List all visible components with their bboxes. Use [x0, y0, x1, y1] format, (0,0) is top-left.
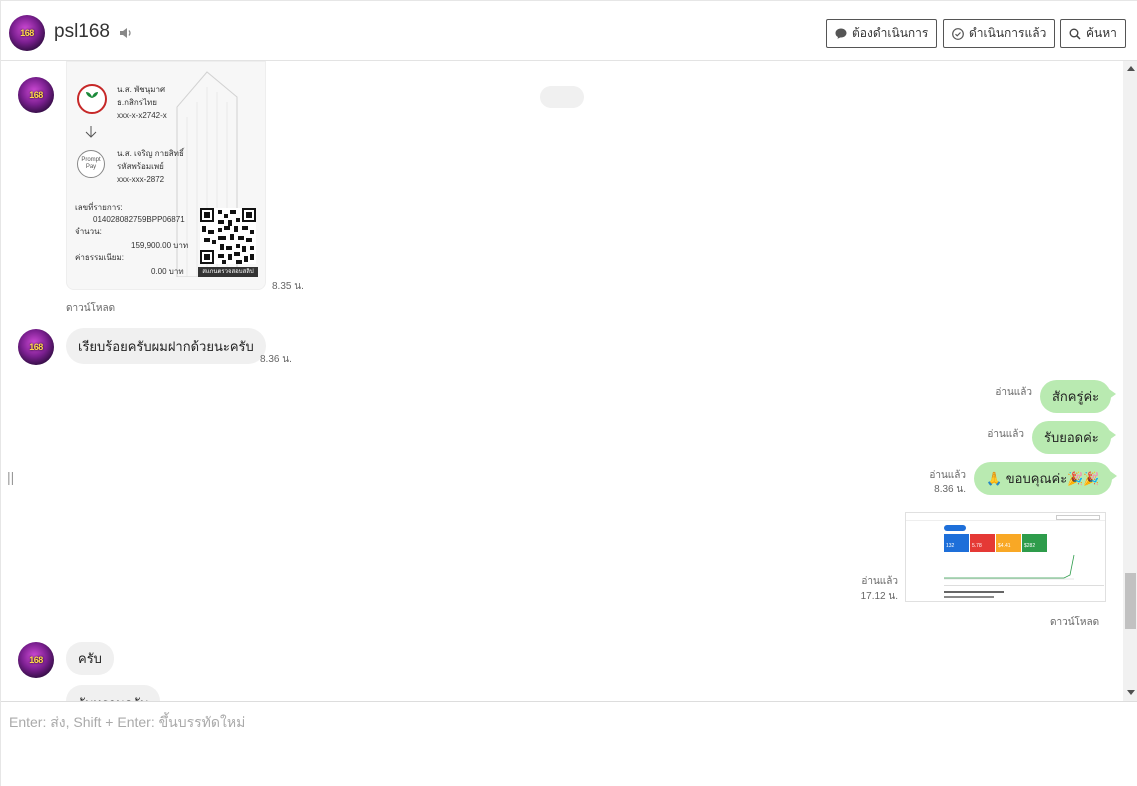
chat-window: 168 psl168 ต้องดำเนินการ ดำเนินการแล้ว ค… — [0, 0, 1137, 786]
message-input[interactable] — [1, 702, 1137, 786]
stat-card-value: $282 — [1024, 543, 1036, 549]
thumb-button — [944, 525, 966, 531]
avatar-text: 168 — [29, 342, 43, 352]
incoming-message: รับทราบครับ — [66, 685, 161, 701]
thumb-text-line — [944, 596, 994, 598]
read-status: อ่านแล้ว — [987, 429, 1024, 440]
message-time: 8.36 น. — [260, 354, 292, 365]
ref-label: เลขที่รายการ: — [75, 203, 123, 212]
thumb-date-range — [1056, 515, 1100, 520]
ref-value: 014028082759BPP06871 — [93, 215, 185, 224]
message-composer — [1, 701, 1137, 786]
amount-value: 159,900.00 บาท — [131, 241, 189, 250]
dashboard-screenshot-image[interactable]: 132 5.78 $4.41 $282 — [905, 512, 1106, 602]
message-list[interactable]: 168 น.ส. พัชนุมาศ ธ.กสิกรไทย xxx-x-x2742… — [1, 61, 1125, 701]
amount-label: จำนวน: — [75, 227, 102, 236]
fee-value: 0.00 บาท — [151, 267, 184, 276]
fee-label: ค่าธรรมเนียม: — [75, 253, 124, 262]
thumb-divider — [944, 585, 1104, 586]
qr-caption: สแกนตรวจสอบสลิป — [198, 267, 258, 277]
contact-avatar[interactable]: 168 — [9, 15, 45, 51]
transfer-slip-image[interactable]: น.ส. พัชนุมาศ ธ.กสิกรไทย xxx-x-x2742-x P… — [66, 61, 266, 290]
chat-check-icon — [952, 27, 964, 40]
stat-card-red: 5.78 — [970, 534, 995, 552]
outgoing-message: 🙏 ขอบคุณค่ะ🎉🎉 — [974, 462, 1117, 495]
scroll-up-arrow-icon[interactable] — [1127, 66, 1135, 71]
payer-name: น.ส. พัชนุมาศ — [117, 85, 166, 94]
download-link[interactable]: ดาวน์โหลด — [1050, 615, 1099, 630]
scroll-thumb[interactable] — [1125, 573, 1136, 629]
payer-bank: ธ.กสิกรไทย — [117, 98, 157, 107]
payee-name: น.ส. เจริญ กายสิทธิ์ — [117, 149, 184, 158]
arrow-down-icon — [85, 126, 97, 138]
sender-avatar: 168 — [18, 329, 54, 365]
outgoing-message: สักครู่ค่ะ — [1040, 380, 1117, 413]
search-label: ค้นหา — [1086, 26, 1117, 40]
message-list-scrollbar[interactable] — [1123, 61, 1137, 701]
avatar-text: 168 — [29, 90, 43, 100]
message-time: 8.35 น. — [272, 281, 304, 292]
stat-card-value: $4.41 — [998, 543, 1011, 549]
speaker-icon[interactable] — [119, 27, 133, 39]
stat-card-yellow: $4.41 — [996, 534, 1021, 552]
payee-account: xxx-xxx-2872 — [117, 175, 165, 184]
chat-bubble-icon — [835, 28, 847, 39]
kasikorn-bank-logo — [77, 84, 107, 114]
read-status: อ่านแล้ว — [995, 387, 1032, 398]
stat-card-blue: 132 — [944, 534, 969, 552]
stat-card-green: $282 — [1022, 534, 1047, 552]
message-time: 8.36 น. — [934, 484, 966, 495]
search-button[interactable]: ค้นหา — [1060, 19, 1126, 48]
download-link[interactable]: ดาวน์โหลด — [66, 301, 115, 316]
scroll-down-arrow-icon[interactable] — [1127, 690, 1135, 695]
incoming-message: ครับ — [66, 642, 114, 675]
thumb-line-chart — [944, 554, 1075, 580]
chat-header: 168 psl168 ต้องดำเนินการ ดำเนินการแล้ว ค… — [1, 1, 1137, 61]
read-status: อ่านแล้ว — [929, 470, 966, 481]
stat-card-value: 5.78 — [972, 543, 982, 549]
stat-card-value: 132 — [946, 543, 955, 549]
qr-code — [200, 208, 256, 264]
promptpay-logo: Prompt Pay — [77, 150, 105, 178]
done-button[interactable]: ดำเนินการแล้ว — [943, 19, 1056, 48]
pending-button[interactable]: ต้องดำเนินการ — [826, 19, 938, 48]
incoming-message: เรียบร้อยครับผมฝากด้วยนะครับ — [66, 328, 266, 364]
message-time: 17.12 น. — [860, 591, 898, 602]
avatar-text: 168 — [20, 28, 34, 38]
outgoing-message: รับยอดค่ะ — [1032, 421, 1116, 454]
thumb-text-line — [944, 591, 1004, 593]
contact-name: psl168 — [54, 21, 110, 42]
resize-handle[interactable]: || — [7, 469, 14, 485]
sender-avatar: 168 — [18, 642, 54, 678]
payee-bank: รหัสพร้อมเพย์ — [117, 162, 164, 171]
sender-avatar: 168 — [18, 77, 54, 113]
payer-account: xxx-x-x2742-x — [117, 111, 167, 120]
avatar-text: 168 — [29, 655, 43, 665]
pending-label: ต้องดำเนินการ — [852, 26, 929, 40]
search-icon — [1069, 28, 1081, 40]
date-divider — [540, 86, 584, 108]
done-label: ดำเนินการแล้ว — [969, 26, 1047, 40]
read-status: อ่านแล้ว — [861, 576, 898, 587]
